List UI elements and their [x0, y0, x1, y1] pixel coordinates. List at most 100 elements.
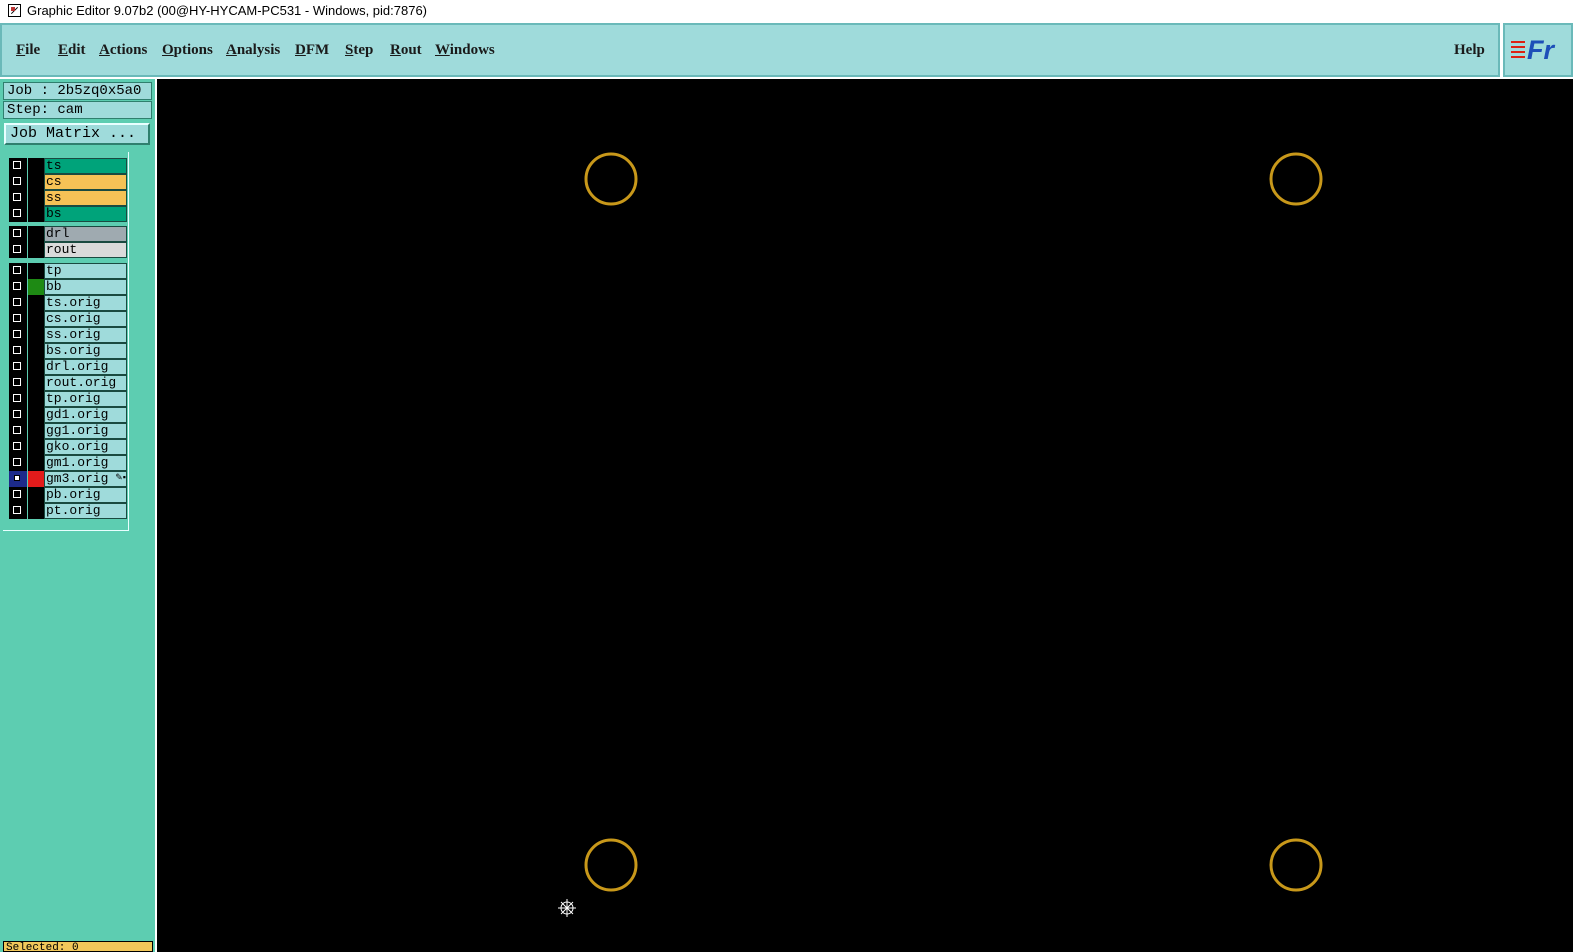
- layer-checkbox[interactable]: [9, 226, 27, 242]
- layer-row[interactable]: rout: [9, 242, 127, 258]
- layer-checkbox[interactable]: [9, 279, 27, 295]
- layer-name[interactable]: bs.orig: [44, 343, 127, 359]
- menu-file[interactable]: File: [16, 42, 40, 59]
- layer-color-swatch[interactable]: [28, 226, 44, 242]
- layer-name[interactable]: ts: [44, 158, 127, 174]
- layer-checkbox[interactable]: [9, 190, 27, 206]
- layer-color-swatch[interactable]: [28, 503, 44, 519]
- menu-analysis[interactable]: Analysis: [226, 42, 280, 59]
- menu-windows[interactable]: Windows: [435, 42, 495, 59]
- layer-row[interactable]: tp: [9, 263, 127, 279]
- layer-checkbox[interactable]: [9, 407, 27, 423]
- layer-name[interactable]: ss.orig: [44, 327, 127, 343]
- layer-row[interactable]: ts.orig: [9, 295, 127, 311]
- layer-color-swatch[interactable]: [28, 391, 44, 407]
- layer-color-swatch[interactable]: [28, 263, 44, 279]
- layer-row[interactable]: drl: [9, 226, 127, 242]
- graphic-canvas[interactable]: [157, 79, 1573, 952]
- layer-color-swatch[interactable]: [28, 407, 44, 423]
- menu-help[interactable]: Help: [1454, 42, 1485, 59]
- layer-color-swatch[interactable]: [28, 359, 44, 375]
- layer-name[interactable]: rout: [44, 242, 127, 258]
- layer-checkbox[interactable]: [9, 471, 27, 487]
- job-matrix-button[interactable]: Job Matrix ...: [4, 123, 150, 145]
- layer-color-swatch[interactable]: [28, 439, 44, 455]
- layer-row[interactable]: cs: [9, 174, 127, 190]
- layer-row[interactable]: ts: [9, 158, 127, 174]
- layer-color-swatch[interactable]: [28, 471, 44, 487]
- layer-name[interactable]: tp.orig: [44, 391, 127, 407]
- layer-color-swatch[interactable]: [28, 279, 44, 295]
- layer-name[interactable]: pb.orig: [44, 487, 127, 503]
- layer-name[interactable]: gm1.orig: [44, 455, 127, 471]
- layer-checkbox[interactable]: [9, 263, 27, 279]
- layer-checkbox[interactable]: [9, 439, 27, 455]
- layer-checkbox[interactable]: [9, 327, 27, 343]
- layer-name[interactable]: tp: [44, 263, 127, 279]
- layer-row[interactable]: cs.orig: [9, 311, 127, 327]
- layer-color-swatch[interactable]: [28, 311, 44, 327]
- layer-row[interactable]: drl.orig: [9, 359, 127, 375]
- layer-color-swatch[interactable]: [28, 455, 44, 471]
- layer-row[interactable]: bb: [9, 279, 127, 295]
- layer-name[interactable]: pt.orig: [44, 503, 127, 519]
- layer-row[interactable]: gg1.orig: [9, 423, 127, 439]
- layer-name[interactable]: drl: [44, 226, 127, 242]
- menu-options[interactable]: Options: [162, 42, 213, 59]
- layer-color-swatch[interactable]: [28, 158, 44, 174]
- layer-color-swatch[interactable]: [28, 242, 44, 258]
- layer-checkbox[interactable]: [9, 206, 27, 222]
- layer-color-swatch[interactable]: [28, 174, 44, 190]
- layer-checkbox[interactable]: [9, 423, 27, 439]
- menu-actions[interactable]: Actions: [99, 42, 147, 59]
- layer-name[interactable]: gg1.orig: [44, 423, 127, 439]
- layer-name[interactable]: gko.orig: [44, 439, 127, 455]
- layer-name[interactable]: ts.orig: [44, 295, 127, 311]
- menu-rout[interactable]: Rout: [390, 42, 422, 59]
- layer-checkbox[interactable]: [9, 359, 27, 375]
- layer-checkbox[interactable]: [9, 174, 27, 190]
- layer-color-swatch[interactable]: [28, 423, 44, 439]
- layer-row[interactable]: tp.orig: [9, 391, 127, 407]
- layer-color-swatch[interactable]: [28, 375, 44, 391]
- layer-name[interactable]: cs: [44, 174, 127, 190]
- layer-row[interactable]: ss.orig: [9, 327, 127, 343]
- layer-name[interactable]: rout.orig: [44, 375, 127, 391]
- layer-checkbox[interactable]: [9, 375, 27, 391]
- layer-color-swatch[interactable]: [28, 487, 44, 503]
- layer-color-swatch[interactable]: [28, 190, 44, 206]
- layer-name[interactable]: gd1.orig: [44, 407, 127, 423]
- menu-edit[interactable]: Edit: [58, 42, 86, 59]
- layer-checkbox[interactable]: [9, 242, 27, 258]
- pad-top-right[interactable]: [1269, 152, 1323, 206]
- layer-name[interactable]: bb: [44, 279, 127, 295]
- layer-name[interactable]: cs.orig: [44, 311, 127, 327]
- layer-row[interactable]: gko.orig: [9, 439, 127, 455]
- layer-checkbox[interactable]: [9, 487, 27, 503]
- layer-row[interactable]: gd1.orig: [9, 407, 127, 423]
- layer-row[interactable]: pb.orig: [9, 487, 127, 503]
- layer-row[interactable]: rout.orig: [9, 375, 127, 391]
- layer-color-swatch[interactable]: [28, 343, 44, 359]
- layer-checkbox[interactable]: [9, 391, 27, 407]
- layer-checkbox[interactable]: [9, 158, 27, 174]
- layer-row[interactable]: gm1.orig: [9, 455, 127, 471]
- layer-color-swatch[interactable]: [28, 295, 44, 311]
- layer-name[interactable]: drl.orig: [44, 359, 127, 375]
- layer-checkbox[interactable]: [9, 343, 27, 359]
- pad-bottom-left[interactable]: [584, 838, 638, 892]
- pad-bottom-right[interactable]: [1269, 838, 1323, 892]
- pad-top-left[interactable]: [584, 152, 638, 206]
- layer-color-swatch[interactable]: [28, 327, 44, 343]
- layer-checkbox[interactable]: [9, 503, 27, 519]
- layer-name[interactable]: ss: [44, 190, 127, 206]
- layer-checkbox[interactable]: [9, 455, 27, 471]
- layer-color-swatch[interactable]: [28, 206, 44, 222]
- layer-row[interactable]: bs: [9, 206, 127, 222]
- layer-row[interactable]: gm3.orig ✎▪: [9, 471, 127, 487]
- layer-row[interactable]: pt.orig: [9, 503, 127, 519]
- layer-row[interactable]: bs.orig: [9, 343, 127, 359]
- layer-checkbox[interactable]: [9, 295, 27, 311]
- layer-row[interactable]: ss: [9, 190, 127, 206]
- menu-step[interactable]: Step: [345, 42, 373, 59]
